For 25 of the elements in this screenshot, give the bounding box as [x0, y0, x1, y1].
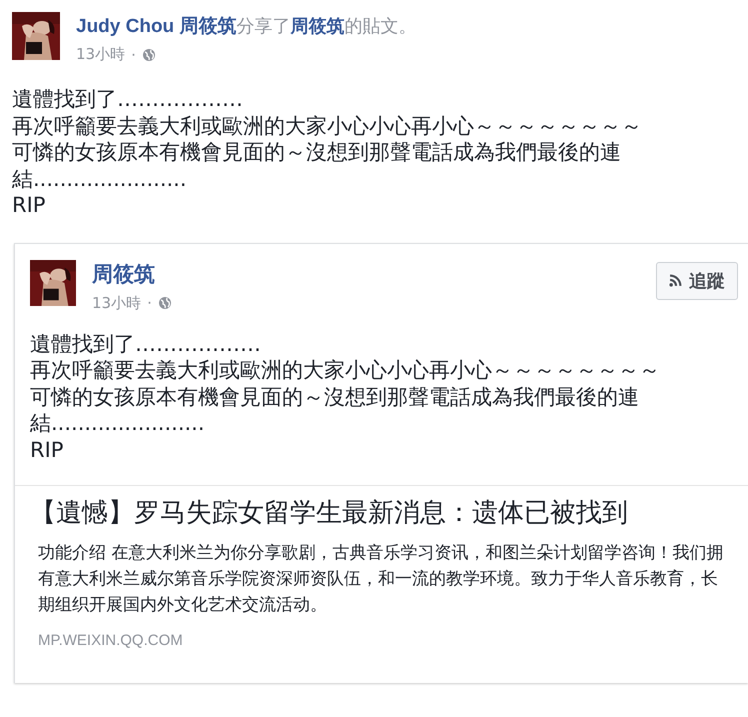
- follow-button[interactable]: 追蹤: [656, 262, 738, 300]
- author-link[interactable]: 周筱筑: [290, 16, 344, 36]
- post-text-line: 結.......................: [12, 166, 188, 192]
- link-description: 功能介绍 在意大利米兰为你分享歌剧，古典音乐学习资讯，和图兰朵计划留学咨询！我们拥有意大利米兰威尔第音乐学院资深师资队伍，和一流的教学环境。致力于华人音乐教育，长期组织开展国内外文化艺术交流活动。: [38, 542, 724, 617]
- post-text-line: 結.......................: [30, 410, 206, 436]
- shared-text: 分享了: [236, 16, 290, 37]
- author-link[interactable]: Judy Chou 周筱筑: [76, 16, 236, 37]
- post-text-line: 遺體找到了………………: [30, 330, 262, 357]
- post-text-line: RIP: [12, 192, 46, 218]
- author-link[interactable]: 周筱筑: [92, 262, 172, 288]
- separator: ·: [131, 46, 136, 64]
- link-title: 【遺憾】罗马失踪女留学生最新消息：遗体已被找到: [30, 497, 629, 530]
- separator: ·: [147, 294, 152, 312]
- post-text-line: 遺體找到了………………: [12, 86, 244, 112]
- globe-icon: [142, 48, 156, 62]
- post-text-line: 再次呼籲要去義大利或歐洲的大家小心小心再小心～～～～～～～～: [12, 112, 643, 139]
- post-text-line: 可憐的女孩原本有機會見面的～沒想到那聲電話成為我們最後的連: [30, 384, 640, 410]
- post-text: 的貼文。: [344, 16, 416, 37]
- globe-icon: [158, 296, 172, 310]
- post-text-line: 可憐的女孩原本有機會見面的～沒想到那聲電話成為我們最後的連: [12, 139, 622, 166]
- post-text-line: RIP: [30, 436, 64, 463]
- post-text-line: 再次呼籲要去義大利或歐洲的大家小心小心再小心～～～～～～～～: [30, 357, 661, 384]
- rss-icon: [669, 274, 682, 287]
- link-preview-card[interactable]: 【遺憾】罗马失踪女留学生最新消息：遗体已被找到 功能介绍 在意大利米兰为你分享歌剧，古典音乐学习资讯，和图兰朵计划留学咨询！我们拥有意大利米兰威尔第音乐学院资深师资队伍，和一流的教学环境。致力于华人音乐教育，长期组织开展国内外文化艺术交流活动。 MP.WEIXIN.QQ.COM: [15, 485, 748, 649]
- link-domain: MP.WEIXIN.QQ.COM: [38, 632, 184, 649]
